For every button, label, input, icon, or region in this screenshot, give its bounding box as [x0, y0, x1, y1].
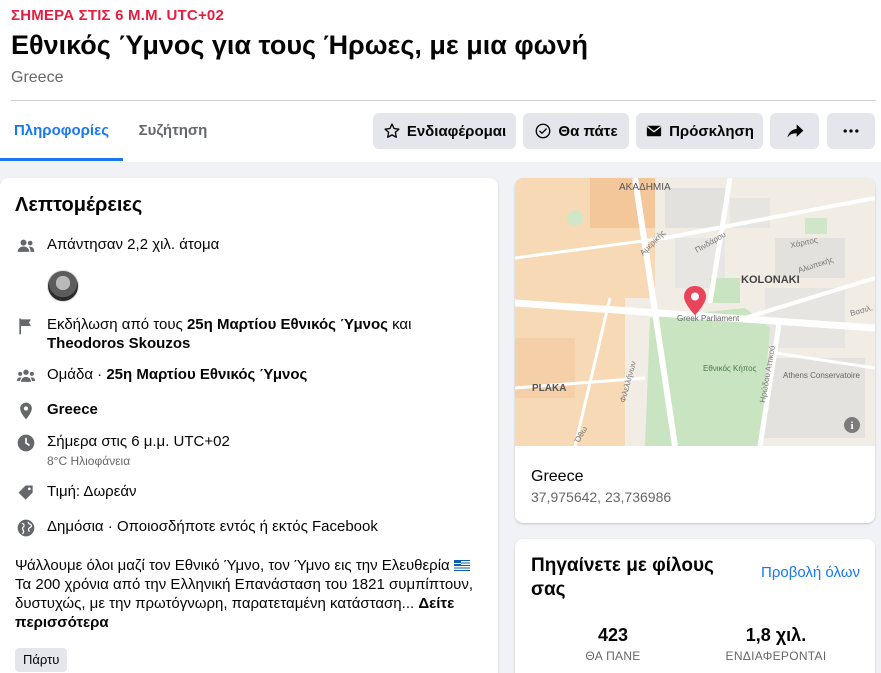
star-icon	[384, 123, 400, 138]
map-label-garden: Εθνικός Κήπος	[703, 364, 757, 373]
tab-discussion[interactable]: Συζήτηση	[123, 101, 223, 161]
interested-count: 1,8 χιλ.	[745, 625, 807, 645]
parliament-line: Greek Parliament	[677, 314, 740, 323]
clock-icon	[15, 432, 37, 454]
place-row: Greece	[15, 400, 98, 422]
map[interactable]: ΑΚΑΔΗΜΙΑ KOLONAKI PLAKA Greek Parliament…	[515, 178, 875, 446]
people-icon	[15, 235, 37, 257]
map-label-kolonaki: KOLONAKI	[741, 274, 800, 286]
map-label-akadimia: ΑΚΑΔΗΜΙΑ	[619, 182, 671, 193]
event-header: ΣΗΜΕΡΑ ΣΤΙΣ 6 Μ.Μ. UTC+02 Εθνικός Ύμνος …	[0, 0, 881, 162]
price-text: Τιμή: Δωρεάν	[47, 483, 137, 500]
more-dots-icon	[843, 129, 859, 133]
event-date: ΣΗΜΕΡΑ ΣΤΙΣ 6 Μ.Μ. UTC+02	[11, 7, 225, 24]
flag-icon	[15, 315, 37, 337]
event-description: Ψάλλουμε όλοι μαζί τον Εθνικό Ύμνο, τον …	[15, 556, 490, 632]
host-link-1[interactable]: 25η Μαρτίου Εθνικός Ύμνος	[187, 316, 388, 333]
invite-button[interactable]: Πρόσκληση	[636, 113, 763, 149]
map-card: ΑΚΑΔΗΜΙΑ KOLONAKI PLAKA Greek Parliament…	[515, 178, 875, 523]
see-all-link[interactable]: Προβολή όλων	[761, 563, 861, 583]
more-options-button[interactable]	[827, 113, 875, 149]
group-text: Ομάδα · 25η Μαρτίου Εθνικός Ύμνος	[47, 365, 307, 384]
going-stat-label: ΘΑ ΠΑΝΕ	[585, 649, 641, 663]
time-row: Σήμερα στις 6 μ.μ. UTC+02 8°C Ηλιοφάνεια	[15, 432, 230, 469]
responded-row: Απάντησαν 2,2 χιλ. άτομα	[15, 235, 219, 257]
tab-info[interactable]: Πληροφορίες	[0, 101, 123, 161]
location-pin-icon	[15, 400, 37, 422]
friends-heading: Πηγαίνετε με φίλους σας	[531, 555, 714, 600]
map-coordinates: 37,975642, 23,736986	[531, 489, 672, 505]
privacy-row: Δημόσια · Οποιοσδήποτε εντός ή εκτός Fac…	[15, 517, 378, 539]
group-icon	[15, 365, 37, 387]
description-line-2: Τα 200 χρόνια από την Ελληνική Επανάστασ…	[15, 576, 474, 593]
going-button[interactable]: Θα πάτε	[523, 113, 629, 149]
host-link-2[interactable]: Theodoros Skouzos	[47, 335, 190, 352]
group-row: Ομάδα · 25η Μαρτίου Εθνικός Ύμνος	[15, 365, 307, 387]
time-text: Σήμερα στις 6 μ.μ. UTC+02	[47, 433, 230, 450]
share-button[interactable]	[770, 113, 819, 149]
host-prefix: Εκδήλωση από τους	[47, 316, 187, 333]
interested-button[interactable]: Ενδιαφέρομαι	[373, 113, 516, 149]
map-info-glyph: i	[850, 420, 853, 432]
ticket-icon	[15, 482, 37, 504]
interested-label: Ενδιαφέρομαι	[406, 122, 507, 140]
friends-card: Πηγαίνετε με φίλους σας Προβολή όλων 423…	[515, 539, 875, 673]
host-row: Εκδήλωση από τους 25η Μαρτίου Εθνικός Ύμ…	[15, 315, 411, 353]
invite-label: Πρόσκληση	[669, 122, 754, 140]
event-location[interactable]: Greece	[11, 69, 63, 87]
envelope-icon	[646, 125, 662, 137]
responder-avatar[interactable]	[47, 270, 79, 302]
going-label: Θα πάτε	[558, 122, 618, 140]
map-label-conservatoire: Athens Conservatoire	[783, 371, 860, 380]
going-count: 423	[597, 625, 629, 645]
interested-stat-label: ΕΝΔΙΑΦΕΡΟΝΤΑΙ	[725, 649, 827, 663]
responded-text[interactable]: Απάντησαν 2,2 χιλ. άτομα	[47, 235, 219, 254]
weather-text: 8°C Ηλιοφάνεια	[47, 454, 131, 468]
check-circle-icon	[535, 123, 551, 139]
host-text: Εκδήλωση από τους 25η Μαρτίου Εθνικός Ύμ…	[47, 315, 411, 353]
globe-icon	[15, 517, 37, 539]
map-label-parliament: Greek Parliament	[677, 314, 740, 323]
interested-stat[interactable]: 1,8 χιλ. ΕΝΔΙΑΦΕΡΟΝΤΑΙ	[696, 625, 856, 663]
description-line-3: δυστυχώς, με την πρωτόγνωρη, παρατεταμέν…	[15, 595, 415, 612]
description-line-1: Ψάλλουμε όλοι μαζί τον Εθνικό Ύμνο, τον …	[15, 557, 450, 574]
host-and: και	[387, 316, 412, 333]
price-row: Τιμή: Δωρεάν	[15, 482, 137, 504]
details-heading: Λεπτομέρειες	[15, 194, 143, 216]
place-text[interactable]: Greece	[47, 400, 98, 419]
privacy-text: Δημόσια · Οποιοσδήποτε εντός ή εκτός Fac…	[47, 518, 378, 535]
map-place-name[interactable]: Greece	[531, 468, 583, 486]
map-info-icon[interactable]: i	[844, 417, 860, 433]
going-stat[interactable]: 423 ΘΑ ΠΑΝΕ	[533, 625, 693, 663]
map-label-plaka: PLAKA	[532, 383, 566, 394]
share-arrow-icon	[787, 124, 803, 138]
group-prefix: Ομάδα ·	[47, 366, 107, 383]
category-tag[interactable]: Πάρτυ	[15, 648, 68, 672]
group-link[interactable]: 25η Μαρτίου Εθνικός Ύμνος	[106, 366, 307, 383]
event-title: Εθνικός Ύμνος για τους Ήρωες, με μια φων…	[11, 30, 588, 60]
greek-flag-icon	[453, 560, 470, 571]
time-block: Σήμερα στις 6 μ.μ. UTC+02 8°C Ηλιοφάνεια	[47, 432, 230, 469]
